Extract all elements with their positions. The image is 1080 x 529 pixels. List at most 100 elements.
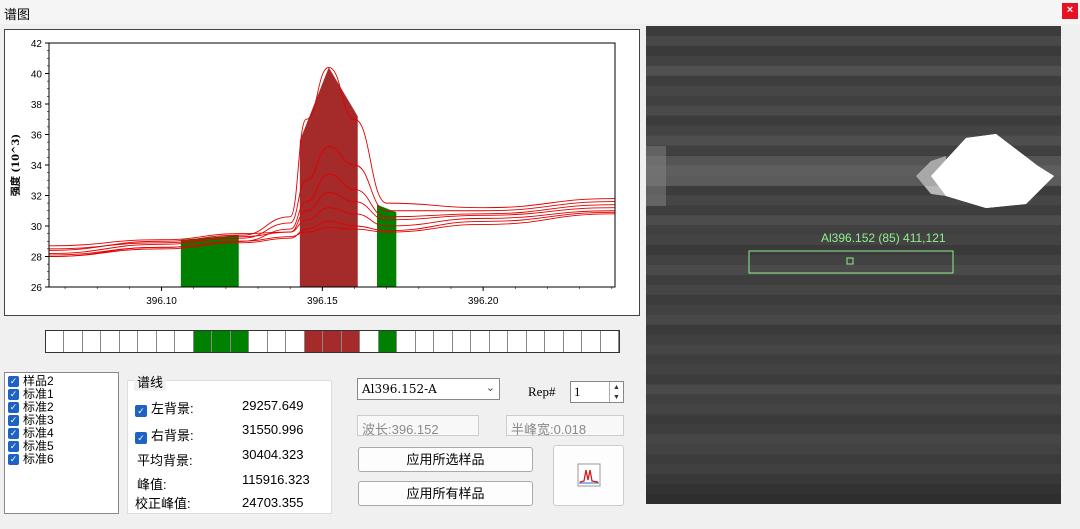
strip-cell[interactable] bbox=[230, 331, 250, 352]
image-band bbox=[646, 334, 1061, 346]
left-background-value: 29257.649 bbox=[242, 398, 304, 413]
strip-cell[interactable] bbox=[601, 331, 619, 352]
pixel-strip[interactable] bbox=[45, 330, 620, 353]
image-band bbox=[646, 55, 1061, 67]
strip-cell[interactable] bbox=[323, 331, 342, 352]
image-band bbox=[646, 215, 1061, 226]
image-band bbox=[646, 444, 1061, 455]
strip-cell[interactable] bbox=[378, 331, 398, 352]
strip-cell[interactable] bbox=[304, 331, 324, 352]
chevron-down-icon: ⌄ bbox=[485, 381, 495, 394]
checkbox-icon[interactable]: ✓ bbox=[8, 441, 19, 452]
image-band bbox=[646, 344, 1061, 356]
spectral-line-select[interactable]: Al396.152-A ⌄ bbox=[357, 378, 500, 400]
strip-cell[interactable] bbox=[268, 331, 287, 352]
image-band bbox=[646, 125, 1061, 137]
image-band bbox=[646, 284, 1061, 296]
peak-label: 峰值: bbox=[137, 477, 167, 492]
strip-cell[interactable] bbox=[83, 331, 102, 352]
checkbox-icon[interactable]: ✓ bbox=[8, 428, 19, 439]
image-band bbox=[646, 265, 1061, 276]
sample-item[interactable]: ✓ 标准4 bbox=[5, 427, 118, 440]
right-background-checkbox[interactable]: ✓ 右背景: bbox=[135, 425, 194, 444]
strip-cell[interactable] bbox=[157, 331, 176, 352]
strip-cell[interactable] bbox=[416, 331, 435, 352]
image-band bbox=[646, 95, 1061, 107]
detector-image[interactable]: Al396.152 (85) 411,121 bbox=[646, 26, 1061, 504]
image-band bbox=[646, 65, 1061, 77]
image-band bbox=[646, 374, 1061, 385]
sample-list[interactable]: ✓ 样品2 ✓ 标准1 ✓ 标准2 ✓ 标准3 ✓ 标准4 ✓ 标准5 ✓ 标准6 bbox=[4, 372, 119, 514]
roi-label: Al396.152 (85) 411,121 bbox=[821, 231, 946, 245]
y-tick-label: 38 bbox=[31, 100, 43, 111]
strip-cell[interactable] bbox=[360, 331, 379, 352]
strip-cell[interactable] bbox=[490, 331, 509, 352]
checkbox-icon[interactable]: ✓ bbox=[8, 389, 19, 400]
strip-cell[interactable] bbox=[212, 331, 231, 352]
image-band bbox=[646, 394, 1061, 405]
x-tick-label: 396.15 bbox=[307, 296, 338, 307]
image-band bbox=[646, 434, 1061, 445]
strip-cell[interactable] bbox=[120, 331, 139, 352]
y-tick-label: 32 bbox=[31, 192, 43, 203]
strip-cell[interactable] bbox=[341, 331, 361, 352]
right-background-label: 右背景: bbox=[151, 428, 194, 443]
average-background-label: 平均背景: bbox=[137, 453, 193, 468]
image-band bbox=[646, 354, 1061, 366]
close-button[interactable]: × bbox=[1062, 3, 1078, 19]
image-band bbox=[646, 404, 1061, 415]
rep-spinner[interactable]: 1 ▲ ▼ bbox=[570, 381, 624, 403]
y-tick-label: 40 bbox=[31, 70, 43, 81]
sample-item[interactable]: ✓ 标准6 bbox=[5, 453, 118, 466]
image-band bbox=[646, 494, 1061, 504]
strip-cell[interactable] bbox=[453, 331, 472, 352]
image-band bbox=[646, 474, 1061, 485]
rep-value: 1 bbox=[574, 384, 581, 399]
strip-cell[interactable] bbox=[46, 331, 65, 352]
spin-up-icon[interactable]: ▲ bbox=[610, 382, 623, 392]
sample-item[interactable]: ✓ 标准1 bbox=[5, 388, 118, 401]
strip-cell[interactable] bbox=[138, 331, 157, 352]
average-background-value: 30404.323 bbox=[242, 447, 304, 462]
strip-cell[interactable] bbox=[564, 331, 583, 352]
strip-cell[interactable] bbox=[175, 331, 194, 352]
image-band bbox=[646, 304, 1061, 316]
sample-item[interactable]: ✓ 标准2 bbox=[5, 401, 118, 414]
image-band bbox=[646, 314, 1061, 326]
strip-cell[interactable] bbox=[527, 331, 546, 352]
detector-image-panel[interactable]: Al396.152 (85) 411,121 bbox=[646, 26, 1061, 504]
sample-item[interactable]: ✓ 标准3 bbox=[5, 414, 118, 427]
apply-selected-button[interactable]: 应用所选样品 bbox=[358, 447, 533, 472]
spin-down-icon[interactable]: ▼ bbox=[610, 392, 623, 402]
apply-all-button[interactable]: 应用所有样品 bbox=[358, 481, 533, 506]
strip-cell[interactable] bbox=[397, 331, 416, 352]
strip-cell[interactable] bbox=[582, 331, 601, 352]
strip-cell[interactable] bbox=[193, 331, 213, 352]
image-band bbox=[646, 245, 1061, 256]
strip-cell[interactable] bbox=[434, 331, 453, 352]
y-tick-label: 42 bbox=[31, 39, 43, 50]
lines-group-title: 谱线 bbox=[134, 372, 167, 391]
image-band bbox=[646, 75, 1061, 87]
image-band bbox=[646, 105, 1061, 117]
strip-cell[interactable] bbox=[545, 331, 564, 352]
corrected-peak-label: 校正峰值: bbox=[135, 496, 191, 511]
spectrum-view-button[interactable] bbox=[553, 445, 624, 506]
spectrum-icon bbox=[577, 463, 601, 487]
checkbox-icon[interactable]: ✓ bbox=[8, 454, 19, 465]
strip-cell[interactable] bbox=[286, 331, 305, 352]
image-band bbox=[646, 324, 1061, 336]
strip-cell[interactable] bbox=[508, 331, 527, 352]
sample-item[interactable]: ✓ 样品2 bbox=[5, 375, 118, 388]
left-background-checkbox[interactable]: ✓ 左背景: bbox=[135, 398, 194, 417]
spectral-line-value: Al396.152-A bbox=[362, 382, 437, 396]
sample-item[interactable]: ✓ 标准5 bbox=[5, 440, 118, 453]
checkbox-icon[interactable]: ✓ bbox=[8, 402, 19, 413]
checkbox-icon[interactable]: ✓ bbox=[8, 415, 19, 426]
strip-cell[interactable] bbox=[101, 331, 120, 352]
strip-cell[interactable] bbox=[471, 331, 490, 352]
strip-cell[interactable] bbox=[249, 331, 268, 352]
checkbox-icon[interactable]: ✓ bbox=[8, 376, 19, 387]
strip-cell[interactable] bbox=[64, 331, 83, 352]
right-background-value: 31550.996 bbox=[242, 422, 304, 437]
